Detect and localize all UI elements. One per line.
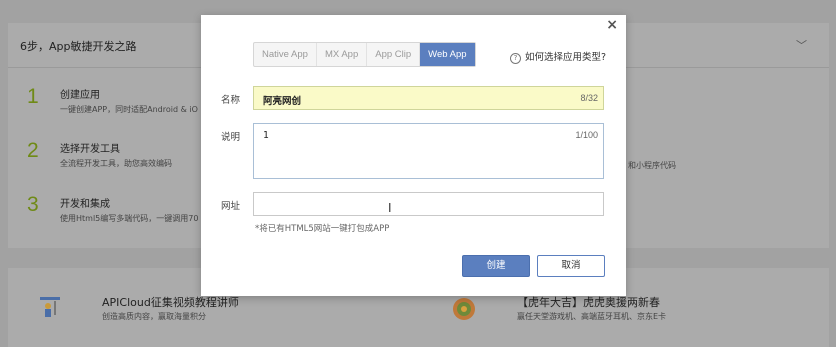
tab-mx-app[interactable]: MX App (317, 43, 368, 66)
step-title: 创建应用 (60, 90, 100, 101)
app-type-help-link[interactable]: ? 如何选择应用类型? (510, 49, 606, 64)
help-link-text: 如何选择应用类型? (525, 52, 607, 63)
step-title: 开发和集成 (60, 199, 110, 210)
promo-title: APICloud征集视频教程讲师 (102, 296, 239, 309)
step-number: 3 (27, 193, 39, 216)
step-number: 1 (27, 85, 39, 108)
promo-title: 【虎年大吉】虎虎奥援两新春 (517, 296, 660, 309)
chevron-down-icon[interactable]: ﹀ (796, 37, 807, 53)
app-name-value: 阿亮网创 (263, 96, 302, 107)
url-input[interactable] (253, 192, 604, 216)
question-icon: ? (510, 53, 521, 64)
url-hint: *将已有HTML5网站一键打包成APP (255, 224, 390, 234)
step-right-desc: 和小程序代码 (628, 161, 676, 170)
close-icon[interactable]: × (606, 17, 618, 33)
step-title: 选择开发工具 (60, 144, 120, 155)
app-description-counter: 1/100 (575, 130, 598, 140)
steps-card-title: 6步，App敏捷开发之路 (20, 40, 137, 53)
create-app-dialog: × Native App MX App App Clip Web App ? 如何… (201, 15, 626, 296)
description-label: 说明 (221, 132, 241, 143)
tiger-badge-icon (453, 298, 475, 320)
url-label: 网址 (221, 201, 241, 212)
create-button[interactable]: 创建 (462, 255, 530, 277)
app-description-value: 1 (263, 130, 269, 141)
promo-desc: 创造高质内容，赢取海量积分 (102, 312, 206, 321)
name-label: 名称 (221, 95, 241, 106)
step-desc: 一键创建APP，同时适配Android & iO (60, 105, 198, 114)
tab-web-app[interactable]: Web App (420, 43, 475, 66)
app-name-input[interactable]: 阿亮网创 8/32 (253, 86, 604, 110)
app-type-tabs: Native App MX App App Clip Web App (253, 42, 476, 67)
step-number: 2 (27, 139, 39, 162)
tab-native-app[interactable]: Native App (254, 43, 317, 66)
teacher-icon (40, 297, 60, 317)
tab-app-clip[interactable]: App Clip (367, 43, 421, 66)
step-desc: 全流程开发工具，助您高效编码 (60, 159, 172, 168)
app-name-counter: 8/32 (580, 93, 598, 103)
cancel-button[interactable]: 取消 (537, 255, 605, 277)
promo-desc: 赢任天堂游戏机、高端蓝牙耳机、京东E卡 (517, 312, 667, 321)
text-cursor-icon: I (388, 201, 392, 215)
app-description-textarea[interactable]: 1 1/100 (253, 123, 604, 179)
step-desc: 使用Html5编写多端代码，一键调用70 (60, 214, 199, 223)
